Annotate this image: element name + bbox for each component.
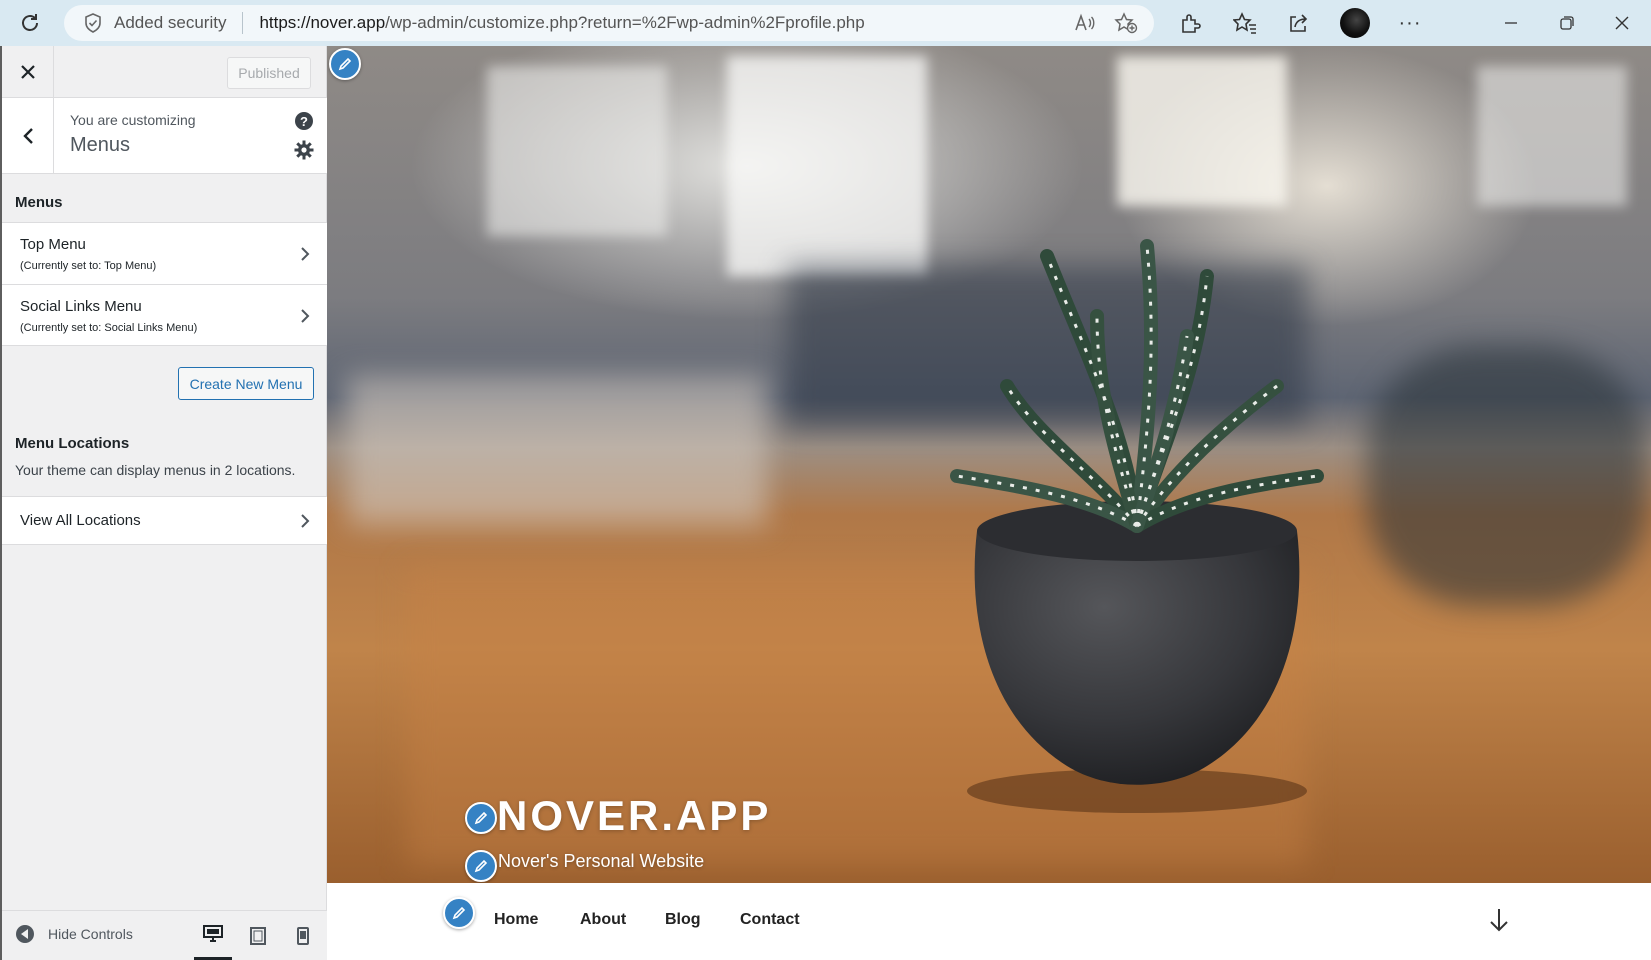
chevron-right-icon [301, 247, 310, 261]
pencil-icon [338, 57, 352, 71]
hide-controls-label: Hide Controls [48, 926, 133, 942]
hero-image: NOVER.APP Nover's Personal Website [327, 46, 1651, 883]
mobile-icon [297, 927, 309, 945]
url-host: https://nover.app [259, 13, 386, 32]
customizing-label: You are customizing [70, 112, 196, 128]
mobile-preview-button[interactable] [284, 911, 322, 960]
window-blur [487, 66, 667, 236]
customizer-header: Published [2, 46, 327, 98]
pencil-icon [474, 859, 488, 873]
address-bar[interactable]: Added security https://nover.app/wp-admi… [64, 5, 1154, 41]
create-new-menu-button[interactable]: Create New Menu [178, 367, 314, 400]
menu-location-status: (Currently set to: Social Links Menu) [20, 322, 198, 334]
customizer-sidebar: Published You are customizing Menus ? Me… [0, 46, 327, 960]
menu-location-status: (Currently set to: Top Menu) [20, 260, 157, 272]
close-customizer-button[interactable] [2, 46, 54, 98]
nav-link-blog[interactable]: Blog [665, 911, 701, 929]
chevron-right-icon [301, 309, 310, 323]
nav-link-about[interactable]: About [580, 911, 626, 929]
site-title[interactable]: NOVER.APP [497, 792, 771, 840]
reload-icon[interactable] [14, 8, 46, 38]
plant-illustration [950, 239, 1324, 813]
tablet-preview-button[interactable] [239, 911, 277, 960]
customizer-info: You are customizing Menus ? [2, 98, 327, 174]
desktop-preview-button[interactable] [194, 911, 232, 960]
extensions-icon[interactable] [1175, 8, 1205, 38]
window-blur [1117, 56, 1287, 206]
share-icon[interactable] [1283, 8, 1313, 38]
edit-shortcut-button[interactable] [329, 48, 361, 80]
pencil-icon [452, 906, 466, 920]
menu-name: Social Links Menu [20, 298, 142, 315]
chevron-left-icon [22, 128, 33, 144]
edit-site-title-button[interactable] [465, 802, 497, 834]
back-button[interactable] [2, 98, 54, 174]
site-preview: NOVER.APP Nover's Personal Website Home … [327, 46, 1651, 960]
url-text[interactable]: https://nover.app/wp-admin/customize.php… [259, 13, 864, 33]
close-window-icon[interactable] [1607, 8, 1637, 38]
minimize-icon[interactable] [1496, 8, 1526, 38]
gear-icon[interactable] [294, 140, 314, 160]
menu-locations-description: Your theme can display menus in 2 locati… [15, 462, 296, 478]
nav-link-home[interactable]: Home [494, 911, 538, 929]
window-blur [1477, 66, 1627, 206]
shelf-blur [347, 376, 767, 526]
section-title: Menus [70, 134, 131, 156]
edit-menu-button[interactable] [443, 897, 475, 929]
add-favorite-icon[interactable] [1114, 12, 1138, 34]
view-all-locations-label: View All Locations [20, 512, 141, 529]
customizer-footer: Hide Controls [2, 910, 327, 960]
shield-icon [84, 13, 104, 33]
site-tagline: Nover's Personal Website [498, 851, 705, 871]
desktop-icon [203, 925, 223, 942]
nav-link-contact[interactable]: Contact [740, 911, 800, 929]
tablet-icon [250, 927, 266, 945]
profile-avatar[interactable] [1340, 8, 1370, 38]
favorites-icon[interactable] [1230, 8, 1260, 38]
collapse-icon [16, 925, 34, 943]
browser-toolbar: Added security https://nover.app/wp-admi… [0, 0, 1651, 46]
hide-controls-button[interactable]: Hide Controls [16, 925, 133, 943]
view-all-locations-button[interactable]: View All Locations [2, 496, 327, 545]
second-plant-blur [1367, 346, 1647, 606]
menu-item-social-links-menu[interactable]: Social Links Menu (Currently set to: Soc… [2, 284, 327, 346]
pencil-icon [474, 811, 488, 825]
site-navigation: Home About Blog Contact [327, 883, 1651, 960]
read-aloud-icon[interactable] [1074, 13, 1096, 33]
help-icon[interactable]: ? [295, 112, 313, 130]
menu-name: Top Menu [20, 236, 86, 253]
menu-item-top-menu[interactable]: Top Menu (Currently set to: Top Menu) [2, 222, 327, 284]
restore-icon[interactable] [1552, 8, 1582, 38]
window-blur [727, 56, 927, 276]
publish-button[interactable]: Published [227, 57, 311, 89]
address-divider [242, 12, 244, 34]
close-icon [20, 65, 35, 79]
chevron-right-icon [301, 514, 310, 528]
menu-locations-heading: Menu Locations [15, 435, 130, 452]
edit-tagline-button[interactable] [465, 850, 497, 882]
url-path: /wp-admin/customize.php?return=%2Fwp-adm… [385, 13, 865, 32]
security-label[interactable]: Added security [114, 13, 226, 33]
menus-heading: Menus [15, 194, 63, 211]
arrow-down-icon[interactable] [1488, 907, 1510, 933]
more-icon[interactable]: ··· [1395, 8, 1425, 38]
